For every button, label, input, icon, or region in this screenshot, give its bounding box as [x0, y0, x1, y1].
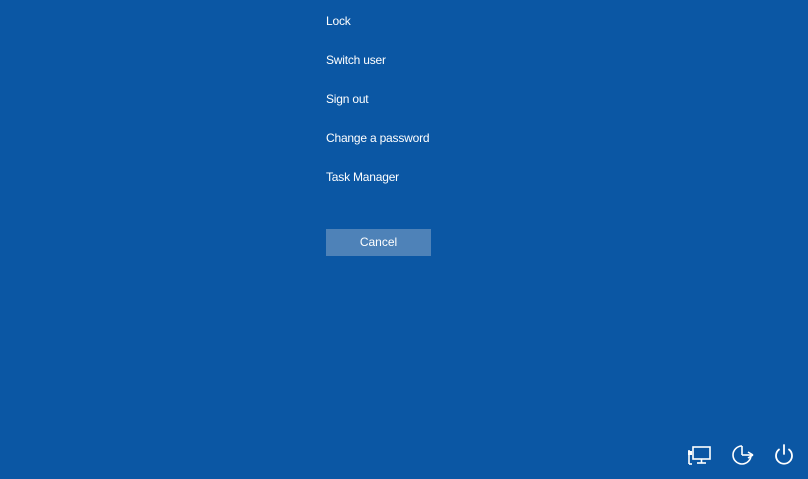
security-options-list: Lock Switch user Sign out Change a passw… — [326, 12, 546, 207]
security-options-screen: Lock Switch user Sign out Change a passw… — [0, 0, 808, 479]
network-button[interactable] — [686, 441, 714, 469]
power-button[interactable] — [770, 441, 798, 469]
system-tray — [686, 441, 798, 469]
change-password-option[interactable]: Change a password — [326, 129, 546, 147]
network-icon — [688, 446, 711, 465]
ease-of-access-icon — [732, 445, 754, 465]
lock-option[interactable]: Lock — [326, 12, 546, 30]
switch-user-option[interactable]: Switch user — [326, 51, 546, 69]
cancel-button[interactable]: Cancel — [326, 229, 431, 256]
ease-of-access-button[interactable] — [728, 441, 756, 469]
power-icon — [775, 444, 793, 465]
task-manager-option[interactable]: Task Manager — [326, 168, 546, 186]
sign-out-option[interactable]: Sign out — [326, 90, 546, 108]
